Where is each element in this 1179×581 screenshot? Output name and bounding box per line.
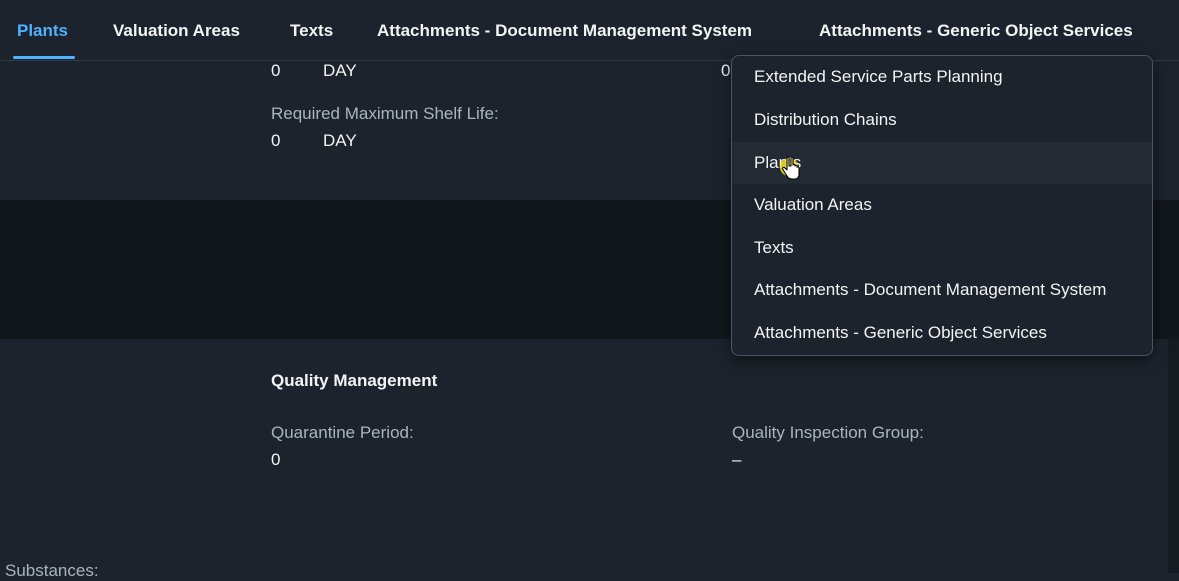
menu-item-extended-service-parts-planning[interactable]: Extended Service Parts Planning [732,56,1152,98]
tab-bar: Plants Valuation Areas Texts Attachments… [0,0,1179,61]
quality-management-section [0,339,1179,573]
right-column-value: 0 [721,61,731,80]
tab-attachments-dms[interactable]: Attachments - Document Management System [377,0,752,60]
menu-item-valuation-areas[interactable]: Valuation Areas [732,184,1152,226]
required-max-shelf-life-value: 0 [271,131,281,150]
tabs-overflow-menu: Extended Service Parts Planning Distribu… [731,55,1153,356]
scroll-gutter [1168,339,1179,573]
menu-item-texts[interactable]: Texts [732,227,1152,269]
menu-item-distribution-chains[interactable]: Distribution Chains [732,99,1152,141]
quality-inspection-group-label: Quality Inspection Group: [732,423,924,442]
quality-management-title: Quality Management [271,371,438,390]
required-max-shelf-life-label: Required Maximum Shelf Life: [271,104,499,123]
quarantine-period-value: 0 [271,450,281,469]
tab-valuation-areas[interactable]: Valuation Areas [113,0,240,60]
shelf-life-unit: DAY [323,61,357,80]
tab-attachments-gos[interactable]: Attachments - Generic Object Services [819,0,1133,60]
shelf-life-value: 0 [271,61,281,80]
required-max-shelf-life-unit: DAY [323,131,357,150]
hand-pointer-icon [780,156,800,180]
substances-label: Substances: [5,561,99,580]
quality-inspection-group-value: – [732,450,742,469]
active-tab-indicator [13,56,75,59]
menu-item-attachments-gos[interactable]: Attachments - Generic Object Services [732,312,1152,354]
tab-texts[interactable]: Texts [290,0,333,60]
quarantine-period-label: Quarantine Period: [271,423,414,442]
tab-plants[interactable]: Plants [17,0,68,60]
menu-item-attachments-dms[interactable]: Attachments - Document Management System [732,269,1152,311]
